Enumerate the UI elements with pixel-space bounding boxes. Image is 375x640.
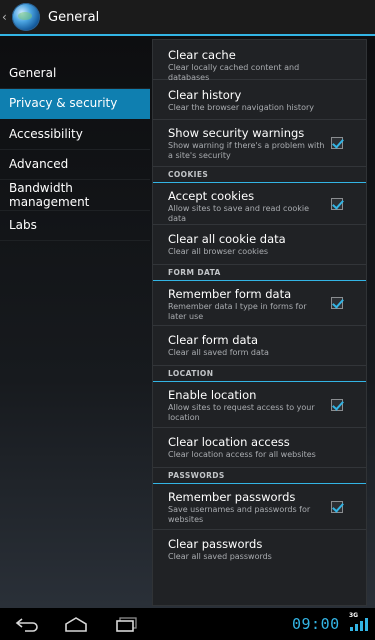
pref-title: Remember passwords [168,490,296,504]
pref-accept-cookies[interactable]: Accept cookies Allow sites to save and r… [153,183,366,225]
pref-title: Remember form data [168,287,292,301]
action-bar: ‹ General [0,0,375,36]
header-item-privacy-security[interactable]: Privacy & security [0,88,150,119]
pref-title: Clear cache [168,48,236,62]
header-item-accessibility[interactable]: Accessibility [0,119,150,150]
pref-title: Accept cookies [168,189,255,203]
category-form-data: FORM DATA [153,265,366,281]
up-caret-icon[interactable]: ‹ [2,11,10,23]
pref-show-security-warnings[interactable]: Show security warnings Show warning if t… [153,120,366,167]
pref-summary: Allow sites to save and read cookie data [168,204,310,223]
status-clock: 09:00 [292,615,340,633]
header-item-advanced[interactable]: Advanced [0,150,150,180]
navigation-bar: 09:00 3G [0,608,375,640]
pref-title: Enable location [168,388,257,402]
header-item-general[interactable]: General [0,58,150,89]
browser-globe-icon[interactable] [12,3,40,31]
pref-clear-all-cookie-data[interactable]: Clear all cookie data Clear all browser … [153,225,366,265]
pref-summary: Clear location access for all websites [168,450,316,459]
pref-remember-form-data[interactable]: Remember form data Remember data I type … [153,281,366,326]
security-warnings-checkbox[interactable] [331,137,343,149]
pref-title: Clear all cookie data [168,232,286,246]
preference-headers-list: General Privacy & security Accessibility… [0,58,150,241]
pref-clear-history[interactable]: Clear history Clear the browser navigati… [153,80,366,120]
settings-content: General Privacy & security Accessibility… [0,36,375,608]
pref-title: Clear form data [168,333,259,347]
header-item-labs[interactable]: Labs [0,211,150,241]
header-item-bandwidth-management[interactable]: Bandwidth management [0,180,150,211]
pref-summary: Clear all saved passwords [168,552,272,561]
pref-remember-passwords[interactable]: Remember passwords Save usernames and pa… [153,484,366,530]
pref-summary: Show warning if there's a problem with a… [168,141,325,160]
pref-clear-cache[interactable]: Clear cache Clear locally cached content… [153,40,366,82]
pref-summary: Clear all saved form data [168,348,269,357]
pref-clear-location-access[interactable]: Clear location access Clear location acc… [153,428,366,468]
pref-summary: Clear the browser navigation history [168,103,314,112]
pref-enable-location[interactable]: Enable location Allow sites to request a… [153,382,366,428]
pref-summary: Save usernames and passwords for website… [168,505,311,524]
back-icon[interactable] [15,616,39,632]
recent-apps-icon[interactable] [115,616,139,632]
remember-passwords-checkbox[interactable] [331,500,343,513]
enable-location-checkbox[interactable] [331,398,343,411]
pref-summary: Remember data I type in forms for later … [168,302,307,321]
pref-title: Show security warnings [168,126,305,140]
pref-summary: Clear all browser cookies [168,247,269,256]
category-cookies: COOKIES [153,167,366,183]
pref-clear-form-data[interactable]: Clear form data Clear all saved form dat… [153,326,366,366]
network-type-label: 3G [349,612,359,619]
home-icon[interactable] [64,616,88,632]
page-title: General [48,9,100,25]
accept-cookies-checkbox[interactable] [331,197,343,210]
category-location: LOCATION [153,366,366,382]
category-passwords: PASSWORDS [153,468,366,484]
pref-title: Clear passwords [168,537,263,551]
pref-title: Clear location access [168,435,290,449]
pref-summary: Allow sites to request access to your lo… [168,403,315,422]
preferences-panel: Clear cache Clear locally cached content… [152,39,367,606]
pref-title: Clear history [168,88,242,102]
remember-form-data-checkbox[interactable] [331,297,343,309]
pref-clear-passwords[interactable]: Clear passwords Clear all saved password… [153,530,366,570]
